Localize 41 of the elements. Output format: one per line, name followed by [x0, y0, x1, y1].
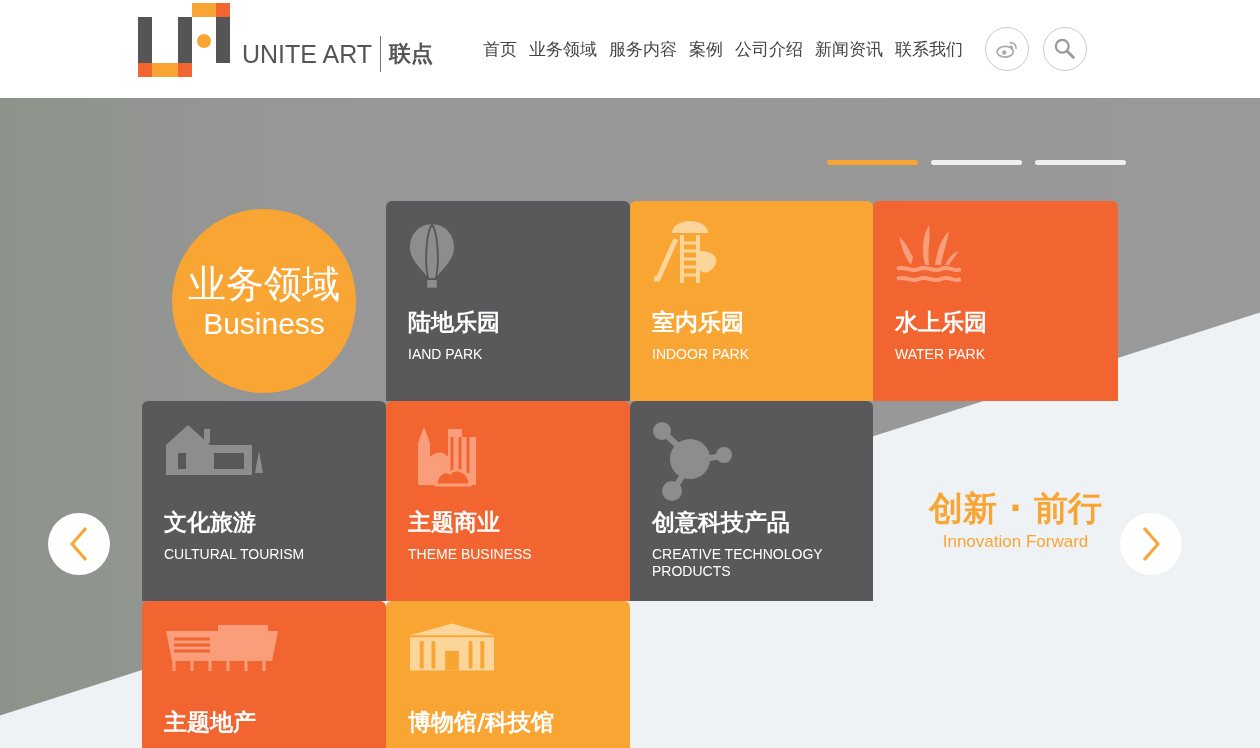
chevron-left-icon: [69, 526, 89, 562]
logo-text: 联点: [389, 40, 434, 68]
search-button[interactable]: [1043, 27, 1088, 71]
tile-subtitle: CREATIVE TECHNOLOGY PRODUCTS: [652, 546, 824, 580]
tile-title: 创意科技产品: [652, 508, 791, 537]
slide-indicator[interactable]: [1035, 160, 1126, 165]
nav-link[interactable]: 新闻资讯: [815, 37, 884, 61]
balloon-icon: [408, 221, 456, 291]
tile-title: 主题地产: [164, 708, 257, 737]
badge-subtitle: Business: [203, 307, 325, 341]
tile-subtitle: WATER PARK: [895, 346, 986, 363]
tile-subtitle: THEME BUSINESS: [408, 546, 533, 563]
chevron-right-icon: [1141, 526, 1161, 562]
category-tile[interactable]: 陆地乐园 IAND PARK: [386, 201, 630, 401]
slide-indicator[interactable]: [931, 160, 1022, 165]
tile-title: 博物馆/科技馆: [408, 708, 556, 737]
tile-title: 水上乐园: [895, 308, 988, 337]
tile-title: 室内乐园: [652, 308, 745, 337]
nav-link[interactable]: 案例: [689, 37, 724, 61]
tile-title: 文化旅游: [164, 508, 257, 537]
nav-link[interactable]: 业务领域: [529, 37, 598, 61]
slide-indicator[interactable]: [827, 160, 918, 165]
weibo-icon: [996, 40, 1019, 58]
slogan-subtitle: Innovation Forward: [942, 532, 1089, 552]
nav-link[interactable]: 联系我们: [895, 37, 964, 61]
tile-title: 主题商业: [408, 508, 501, 537]
slogan-title: 创新 · 前行: [929, 487, 1102, 530]
tile-title: 陆地乐园: [408, 308, 501, 337]
tile-subtitle: CULTURAL TOURISM: [164, 546, 306, 563]
logo-text: UNITE ART: [242, 39, 373, 69]
badge-title: 业务领域: [188, 261, 340, 307]
search-icon: [1054, 38, 1077, 60]
nav-link[interactable]: 公司介绍: [735, 37, 804, 61]
nav-link[interactable]: 首页: [483, 37, 518, 61]
tile-subtitle: INDOOR PARK: [652, 346, 750, 363]
nav-link[interactable]: 服务内容: [609, 37, 678, 61]
category-tile[interactable]: 文化旅游 CULTURAL TOURISM: [142, 401, 386, 601]
logo-mark-icon: [138, 1, 232, 79]
weibo-button[interactable]: [985, 27, 1030, 71]
tile-subtitle: IAND PARK: [408, 346, 484, 363]
category-tile[interactable]: 创意科技产品 CREATIVE TECHNOLOGY PRODUCTS: [630, 401, 873, 601]
